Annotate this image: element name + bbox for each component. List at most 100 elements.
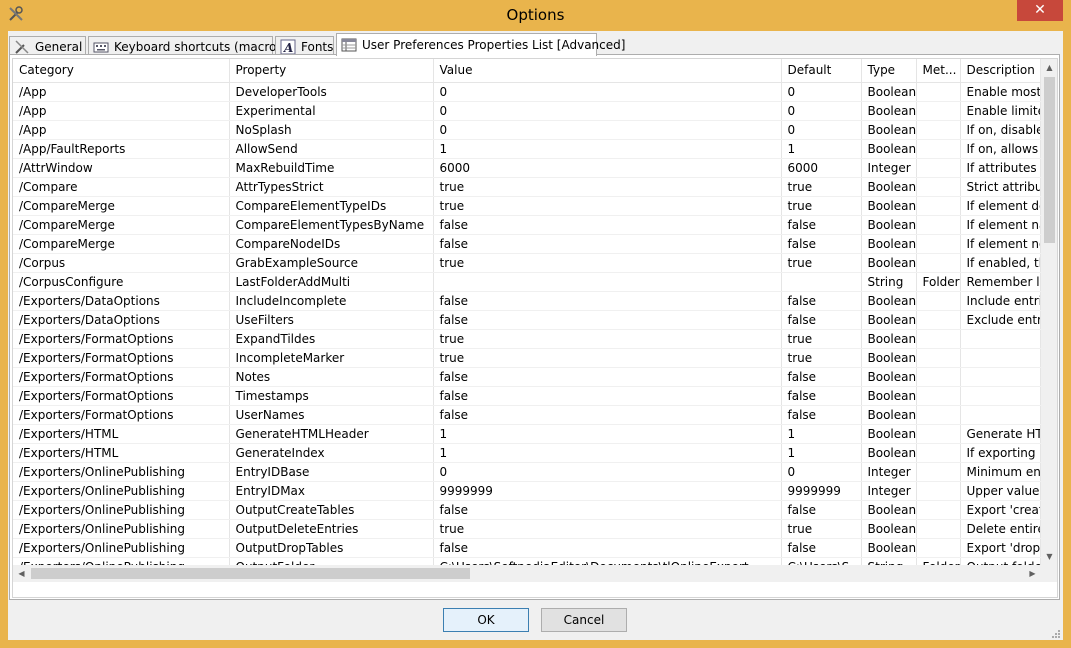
cell-property[interactable]: CompareElementTypesByName (229, 215, 434, 235)
cell-category[interactable]: /Exporters/FormatOptions (13, 329, 230, 349)
cell-default[interactable]: C:\Users\S... (781, 557, 862, 565)
cell-method[interactable] (916, 443, 961, 463)
column-header-method[interactable]: Met... (916, 59, 961, 83)
horizontal-scrollbar[interactable]: ◀ ▶ (13, 565, 1041, 582)
table-row[interactable]: /Exporters/DataOptions UseFilters false fal… (13, 310, 1041, 330)
cell-default[interactable]: true (781, 519, 862, 539)
cell-property[interactable]: IncludeIncomplete (229, 291, 434, 311)
column-header-default[interactable]: Default (781, 59, 862, 83)
cell-property[interactable]: EntryIDMax (229, 481, 434, 501)
vertical-scroll-thumb[interactable] (1044, 77, 1055, 243)
tab-keyboard-shortcuts[interactable]: Keyboard shortcuts (macros) (88, 36, 287, 56)
table-row[interactable]: /Exporters/FormatOptions Timestamps false f… (13, 386, 1041, 406)
cell-type[interactable]: Boolean (861, 500, 917, 520)
cell-type[interactable]: String (861, 557, 917, 565)
table-row[interactable]: /Compare AttrTypesStrict true true Boolean St… (13, 177, 1041, 197)
cell-description[interactable]: Export 'drop t (960, 538, 1041, 558)
cell-value[interactable]: true (433, 253, 782, 273)
cell-type[interactable]: Boolean (861, 405, 917, 425)
cell-category[interactable]: /Exporters/FormatOptions (13, 405, 230, 425)
cell-description[interactable]: Minimum ent (960, 462, 1041, 482)
cell-method[interactable] (916, 348, 961, 368)
table-row[interactable]: /AppNoSplash00BooleanIf on, disables (13, 120, 1041, 140)
cell-description[interactable]: If exporting e (960, 443, 1041, 463)
cell-description[interactable] (960, 329, 1041, 349)
cell-method[interactable] (916, 310, 961, 330)
cell-default[interactable]: 1 (781, 424, 862, 444)
cell-property[interactable]: IncompleteMarker (229, 348, 434, 368)
cell-type[interactable]: Boolean (861, 177, 917, 197)
cell-value[interactable]: false (433, 234, 782, 254)
table-row[interactable]: /Exporters/HTML GenerateIndex 1 1 Boolean If … (13, 443, 1041, 463)
cell-type[interactable]: Boolean (861, 367, 917, 387)
cell-value[interactable]: 1 (433, 424, 782, 444)
cell-value[interactable]: false (433, 405, 782, 425)
cell-type[interactable]: Boolean (861, 120, 917, 140)
cell-category[interactable]: /App (13, 101, 230, 121)
cell-property[interactable]: LastFolderAddMulti (229, 272, 434, 292)
cell-value[interactable]: C:\Users\SoftnediaEditor\Documents\tlOnl… (433, 557, 782, 565)
table-row[interactable]: /AppDeveloperTools00BooleanEnable mostly (13, 82, 1041, 102)
cell-property[interactable]: AttrTypesStrict (229, 177, 434, 197)
cell-type[interactable]: String (861, 272, 917, 292)
cell-value[interactable]: 0 (433, 462, 782, 482)
cell-property[interactable]: UserNames (229, 405, 434, 425)
table-row[interactable]: /CorpusConfigure LastFolderAddMulti String… (13, 272, 1041, 292)
table-row[interactable]: /Exporters/FormatOptions IncompleteMarker… (13, 348, 1041, 368)
cell-category[interactable]: /AttrWindow (13, 158, 230, 178)
cell-description[interactable]: Exclude entrie (960, 310, 1041, 330)
cell-default[interactable]: true (781, 196, 862, 216)
cell-description[interactable]: Delete entire (960, 519, 1041, 539)
cell-method[interactable] (916, 139, 961, 159)
cell-property[interactable]: NoSplash (229, 120, 434, 140)
cell-value[interactable]: false (433, 310, 782, 330)
cell-method[interactable] (916, 519, 961, 539)
ok-button[interactable]: OK (443, 608, 529, 632)
cell-property[interactable]: CompareElementTypeIDs (229, 196, 434, 216)
cell-category[interactable]: /Corpus (13, 253, 230, 273)
cell-value[interactable]: 9999999 (433, 481, 782, 501)
cell-property[interactable]: OutputDropTables (229, 538, 434, 558)
cell-description[interactable]: Enable mostly (960, 82, 1041, 102)
cell-value[interactable]: false (433, 367, 782, 387)
cell-property[interactable]: MaxRebuildTime (229, 158, 434, 178)
cell-description[interactable]: Export 'create (960, 500, 1041, 520)
table-row[interactable]: /Exporters/OnlinePublishing EntryIDBase 0 0… (13, 462, 1041, 482)
cell-method[interactable] (916, 234, 961, 254)
cell-property[interactable]: CompareNodeIDs (229, 234, 434, 254)
cell-value[interactable]: 1 (433, 443, 782, 463)
cell-category[interactable]: /Exporters/OnlinePublishing (13, 462, 230, 482)
table-row[interactable]: /AppExperimental00BooleanEnable limited (13, 101, 1041, 121)
cell-description[interactable] (960, 405, 1041, 425)
cell-type[interactable]: Boolean (861, 386, 917, 406)
cell-type[interactable]: Boolean (861, 139, 917, 159)
cell-type[interactable]: Boolean (861, 519, 917, 539)
cell-property[interactable]: OutputDeleteEntries (229, 519, 434, 539)
table-row[interactable]: /Corpus GrabExampleSource true true Boolean I… (13, 253, 1041, 273)
cell-property[interactable]: UseFilters (229, 310, 434, 330)
cell-category[interactable]: /App (13, 82, 230, 102)
cell-description[interactable]: Enable limited (960, 101, 1041, 121)
cell-default[interactable]: false (781, 215, 862, 235)
cell-category[interactable]: /Compare (13, 177, 230, 197)
cell-method[interactable] (916, 481, 961, 501)
cell-description[interactable]: Output folder (960, 557, 1041, 565)
close-button[interactable]: ✕ (1017, 0, 1063, 21)
cell-method[interactable]: Folder (916, 557, 961, 565)
cell-value[interactable]: false (433, 500, 782, 520)
cell-default[interactable]: 0 (781, 101, 862, 121)
table-row[interactable]: /Exporters/OnlinePublishing EntryIDMax 999… (13, 481, 1041, 501)
cell-value[interactable]: false (433, 386, 782, 406)
cell-description[interactable]: Include entrie (960, 291, 1041, 311)
cell-default[interactable]: false (781, 500, 862, 520)
cell-category[interactable]: /Exporters/DataOptions (13, 291, 230, 311)
cell-property[interactable]: OutputCreateTables (229, 500, 434, 520)
cell-default[interactable]: false (781, 367, 862, 387)
table-row[interactable]: /App/FaultReports AllowSend 1 1 Boolean If on… (13, 139, 1041, 159)
cell-category[interactable]: /Exporters/DataOptions (13, 310, 230, 330)
cell-description[interactable]: If on, disables (960, 120, 1041, 140)
cell-default[interactable]: 1 (781, 139, 862, 159)
cell-default[interactable]: false (781, 538, 862, 558)
cell-method[interactable] (916, 177, 961, 197)
cell-method[interactable] (916, 158, 961, 178)
